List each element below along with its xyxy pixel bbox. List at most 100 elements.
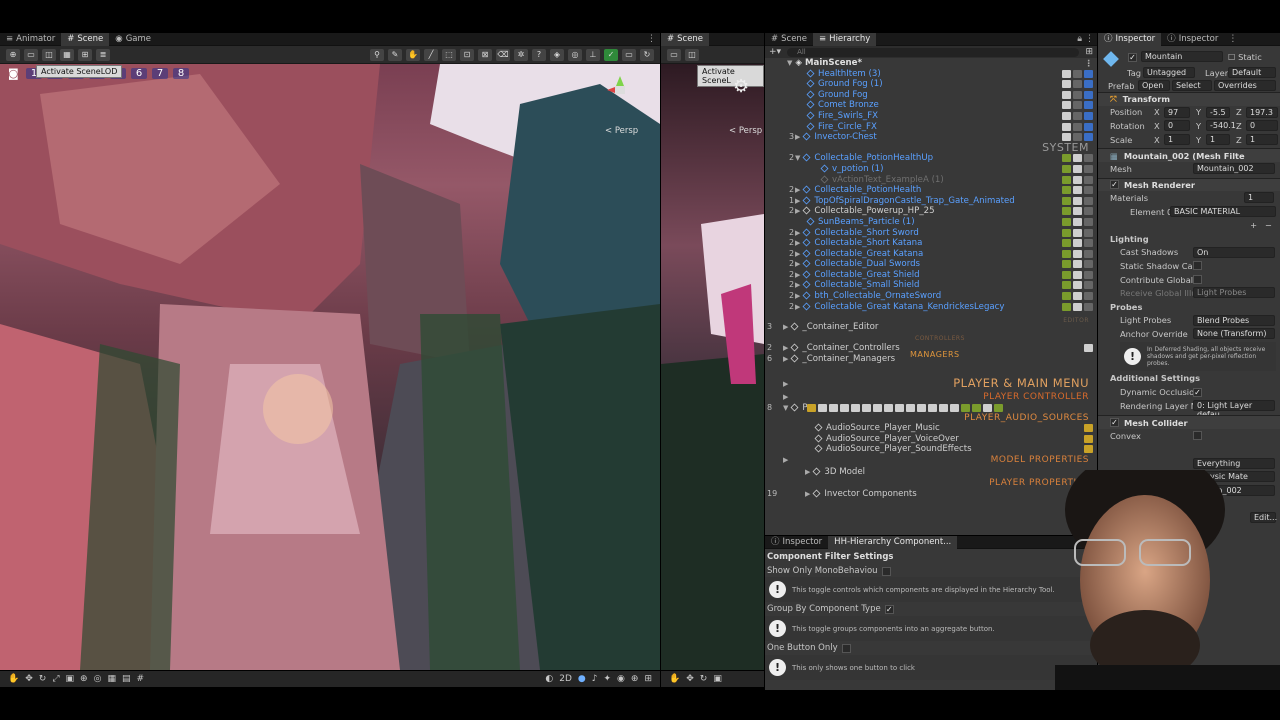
component-icon[interactable] (1084, 292, 1093, 301)
hierarchy-row[interactable]: 2 ▶ bth_Collectable_OrnateSword (765, 291, 1097, 302)
hand-icon[interactable]: ✋ (8, 674, 19, 684)
component-icon[interactable] (1084, 101, 1093, 110)
render-mode-button[interactable]: ◫ (42, 48, 56, 61)
fx-icon[interactable]: ✦ (604, 674, 612, 684)
component-icon[interactable] (1073, 270, 1082, 279)
erase-tool-button[interactable]: ⌫ (496, 48, 510, 61)
rotate-icon[interactable]: ↻ (39, 674, 47, 684)
anchor-field[interactable]: None (Transform) (1193, 328, 1275, 340)
component-icon[interactable] (1073, 111, 1082, 120)
hierarchy-row[interactable]: Ground Fog (1) (765, 79, 1097, 90)
rotate-icon[interactable]: ↻ (700, 674, 708, 684)
expand-icon[interactable]: ▼ (783, 404, 788, 412)
hierarchy-row[interactable]: 2 ▼ Collectable_PotionHealthUp (765, 153, 1097, 164)
component-icon[interactable] (1062, 133, 1071, 142)
grid-button[interactable]: ▦ (60, 48, 74, 61)
tab-scene-h[interactable]: # Scene (765, 33, 813, 46)
audio-component-icon[interactable] (1084, 445, 1093, 454)
hierarchy-row[interactable]: 1 ▶ TopOfSpiralDragonCastle_Trap_Gate_Anim… (765, 196, 1097, 207)
expand-icon[interactable]: ▶ (805, 468, 810, 476)
light-probes-dropdown[interactable]: Blend Probes (1193, 314, 1275, 326)
probes-foldout[interactable]: Probes (1098, 300, 1280, 314)
component-icon[interactable] (1073, 90, 1082, 99)
component-icon[interactable] (1084, 260, 1093, 269)
mesh-collider-enabled-checkbox[interactable]: ✓ (1110, 418, 1119, 428)
component-icon[interactable] (829, 403, 838, 412)
tab-inspector-2[interactable]: ⓘ Inspector (1161, 33, 1224, 46)
component-icon[interactable] (1084, 164, 1093, 173)
tab-game[interactable]: ◉ Game (109, 33, 157, 46)
component-icon[interactable] (994, 403, 1003, 412)
hierarchy-row[interactable]: vActionText_ExampleA (1) (765, 175, 1097, 186)
tab-scene-2[interactable]: # Scene (661, 32, 710, 46)
hierarchy-row[interactable]: 2 ▶ Collectable_Great Katana (765, 249, 1097, 260)
component-icon[interactable] (1073, 164, 1082, 173)
draw-mode-button-2[interactable]: ▭ (667, 48, 681, 61)
component-icon[interactable] (1062, 69, 1071, 78)
rotation-x-input[interactable]: 0 (1164, 120, 1190, 132)
scene-root-row[interactable]: ▼ ◈ MainScene* ⋮ (765, 58, 1097, 69)
audio-source-row[interactable]: AudioSource_Player_VoiceOver (765, 434, 1097, 445)
audio-source-row[interactable]: AudioSource_Player_Music (765, 423, 1097, 434)
component-icon[interactable] (1062, 101, 1071, 110)
expand-icon[interactable]: ▶ (783, 380, 788, 388)
hierarchy-row[interactable]: 2 ▶ Collectable_Great Shield (765, 270, 1097, 281)
component-icon[interactable] (1084, 175, 1093, 184)
visibility-icon[interactable]: ◉ (617, 674, 625, 684)
prefab-open-button[interactable]: Open (1138, 80, 1170, 91)
tab-scene[interactable]: # Scene (61, 32, 110, 46)
layer-6[interactable]: 6 (131, 68, 147, 79)
brush-tool-button[interactable]: ✎ (388, 48, 402, 61)
orientation-gizmo-2[interactable]: ⚙ (733, 76, 749, 97)
view-options-button[interactable]: ▭ (622, 48, 636, 61)
component-icon[interactable] (1073, 175, 1082, 184)
expand-icon[interactable]: ▼ (795, 154, 800, 162)
active-checkbox[interactable]: ✓ (1128, 53, 1137, 62)
component-icon[interactable] (1073, 249, 1082, 258)
tab-inspector-1[interactable]: ⓘ Inspector (1098, 32, 1162, 46)
component-icon[interactable] (939, 403, 948, 412)
component-icon[interactable] (1073, 69, 1082, 78)
component-icon[interactable] (873, 403, 882, 412)
expand-icon[interactable]: ▶ (805, 490, 810, 498)
orientation-gizmo[interactable] (605, 74, 635, 104)
component-icon[interactable] (983, 403, 992, 412)
component-icon[interactable] (1062, 90, 1071, 99)
component-icon[interactable] (961, 403, 970, 412)
hierarchy-row[interactable]: 2 ▶ Collectable_Small Shield (765, 280, 1097, 291)
component-icon[interactable] (1073, 186, 1082, 195)
align-button[interactable]: ≣ (96, 48, 110, 61)
component-icon[interactable] (1073, 281, 1082, 290)
component-icon[interactable] (1062, 164, 1071, 173)
more-menu-icon[interactable]: ⋮ (1085, 34, 1094, 44)
static-shadow-checkbox[interactable] (1193, 261, 1202, 271)
component-icon[interactable] (1073, 122, 1082, 131)
component-icon[interactable] (1084, 343, 1093, 352)
expand-icon[interactable]: ▶ (795, 133, 800, 141)
expand-icon[interactable]: ▶ (783, 344, 788, 352)
component-icon[interactable] (1084, 90, 1093, 99)
component-icon[interactable] (884, 403, 893, 412)
component-icon[interactable] (1073, 133, 1082, 142)
hierarchy-row[interactable]: SunBeams_Particle (1) (765, 217, 1097, 228)
component-icon[interactable] (950, 403, 959, 412)
component-icon[interactable] (895, 403, 904, 412)
mesh-field[interactable]: Mountain_002 (1193, 162, 1275, 174)
component-icon[interactable] (1062, 217, 1071, 226)
scene-lod-button[interactable]: ◈ (550, 48, 564, 61)
expand-icon[interactable]: ▶ (783, 355, 788, 363)
component-icon[interactable] (1062, 302, 1071, 311)
view-tool-button[interactable]: ⊕ (6, 48, 20, 61)
layer-dropdown[interactable]: Default (1228, 67, 1276, 78)
hierarchy-row[interactable]: 2 ▶ Collectable_Dual Swords (765, 259, 1097, 270)
player-row[interactable]: 8 ▼ P (765, 403, 1097, 414)
persp-label[interactable]: < Persp (605, 126, 638, 136)
line-tool-button[interactable]: ╱ (424, 48, 438, 61)
component-icon[interactable] (1073, 228, 1082, 237)
hand-icon[interactable]: ✋ (669, 674, 680, 684)
position-x-input[interactable]: 97 (1164, 106, 1190, 118)
anchor-button[interactable]: ⊥ (586, 48, 600, 61)
filter-icon[interactable]: ⊞ (1085, 47, 1093, 57)
component-icon[interactable] (1084, 302, 1093, 311)
hierarchy-row[interactable]: 2 ▶ Collectable_PotionHealth (765, 185, 1097, 196)
